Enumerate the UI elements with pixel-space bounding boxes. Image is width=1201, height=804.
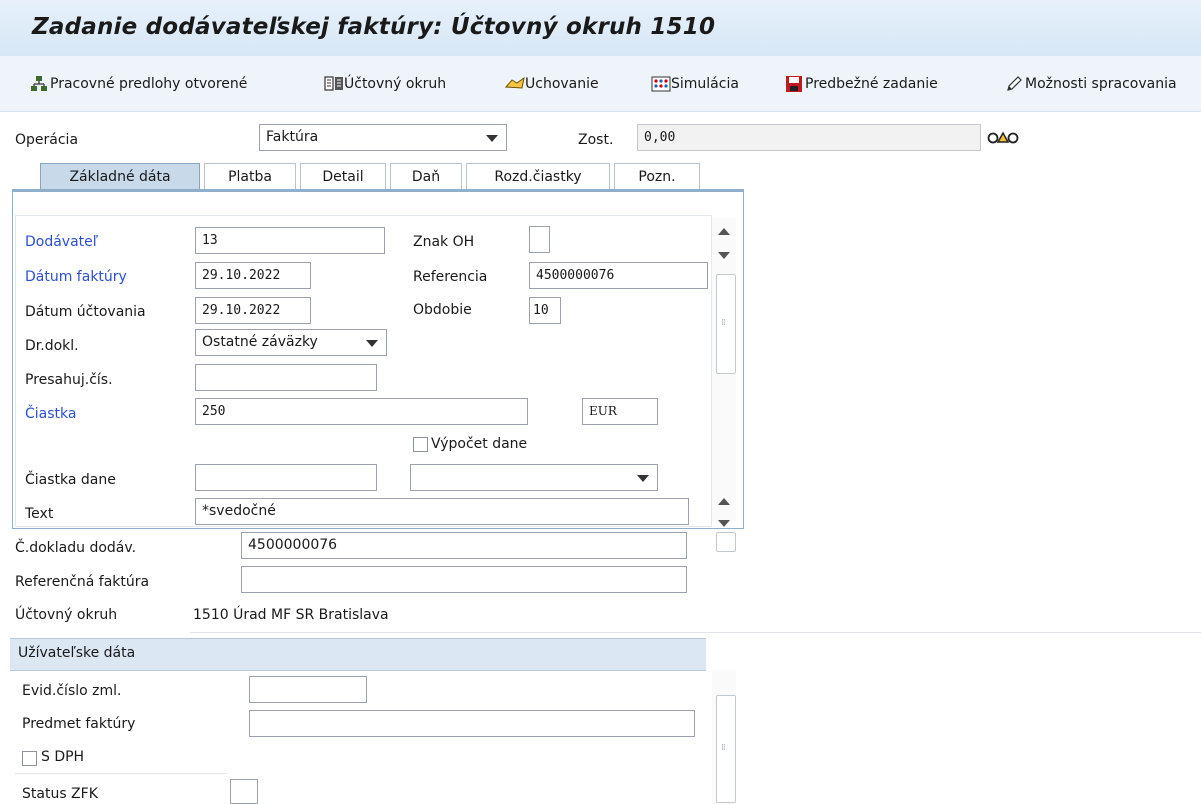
sgl-field[interactable] <box>529 226 550 253</box>
status-label: Status ZFK <box>22 786 98 802</box>
tab-payment[interactable]: Platba <box>204 163 296 190</box>
hold-icon <box>504 75 525 93</box>
tab-label: Rozd.čiastky <box>494 169 582 185</box>
contract-field[interactable] <box>249 676 367 703</box>
save-park-icon <box>785 75 803 93</box>
contract-label: Evid.číslo zml. <box>22 683 122 699</box>
worklist-button[interactable]: Pracovné predlohy otvorené <box>30 72 247 96</box>
vendor-label: Dodávateľ <box>25 234 99 250</box>
calc-tax-label: Výpočet dane <box>431 436 528 452</box>
company-code-label: Účtovný okruh <box>344 76 447 92</box>
period-field[interactable]: 10 <box>529 297 561 324</box>
posting-date-label: Dátum účtovania <box>25 304 146 320</box>
page-title: Zadanie dodávateľskej faktúry: Účtovný o… <box>32 14 716 40</box>
simulate-button[interactable]: Simulácia <box>651 72 739 96</box>
grip-icon: ⁞⁞ <box>721 318 726 328</box>
status-field[interactable] <box>230 779 258 804</box>
doc-type-select[interactable]: Ostatné záväzky <box>195 329 387 356</box>
operation-label: Operácia <box>15 132 79 148</box>
chevron-down-icon <box>366 340 378 347</box>
vat-checkbox[interactable] <box>22 751 37 766</box>
reference-label: Referencia <box>413 269 488 285</box>
chevron-down-icon <box>637 475 649 482</box>
tab-tax[interactable]: Daň <box>390 163 462 190</box>
user-data-title: Užívateľske dáta <box>18 645 136 661</box>
company-code-button[interactable]: Účtovný okruh <box>324 72 446 96</box>
company-code-field-label: Účtovný okruh <box>15 607 118 623</box>
tax-code-select[interactable] <box>410 464 658 491</box>
vat-label: S DPH <box>41 749 85 765</box>
park-label: Predbežné zadanie <box>805 76 938 92</box>
hold-button[interactable]: Uchovanie <box>504 72 599 96</box>
tab-detail[interactable]: Detail <box>300 163 386 190</box>
tab-installments[interactable]: Rozd.čiastky <box>466 163 610 190</box>
company-code-value: 1510 Úrad MF SR Bratislava <box>193 607 389 623</box>
vendor-doc-label: Č.dokladu dodáv. <box>15 540 137 556</box>
tax-amount-field[interactable] <box>195 464 377 491</box>
tab-basic-data[interactable]: Základné dáta <box>40 163 200 190</box>
invoice-date-field[interactable]: 29.10.2022 <box>195 262 311 289</box>
scrollbar-thumb[interactable] <box>716 274 736 374</box>
sgl-label: Znak OH <box>413 234 475 250</box>
tax-amount-label: Čiastka dane <box>25 472 116 488</box>
ref-invoice-label: Referenčná faktúra <box>15 574 150 590</box>
worklist-label: Pracovné predlohy otvorené <box>50 76 248 92</box>
scrollbar-thumb[interactable] <box>716 532 736 552</box>
scroll-up-icon[interactable] <box>718 498 730 505</box>
tab-label: Pozn. <box>638 169 676 185</box>
cross-cc-field[interactable] <box>195 364 377 391</box>
pencil-icon <box>1005 75 1023 93</box>
scroll-down-icon[interactable] <box>718 252 730 259</box>
vendor-field[interactable]: 13 <box>195 227 385 254</box>
separator-line <box>15 773 227 774</box>
amount-label: Čiastka <box>25 406 77 422</box>
simulate-icon <box>651 75 671 93</box>
doc-type-label: Dr.dokl. <box>25 338 79 354</box>
currency-field[interactable]: EUR <box>582 398 658 425</box>
balance-label: Zost. <box>578 132 614 148</box>
scroll-up-icon[interactable] <box>718 228 730 235</box>
separator-line <box>190 632 1201 633</box>
grip-icon: ⁞⁞ <box>721 743 726 753</box>
chevron-down-icon <box>486 135 498 142</box>
operation-value: Faktúra <box>266 129 319 145</box>
period-label: Obdobie <box>413 302 472 318</box>
doc-type-value: Ostatné záväzky <box>202 334 318 350</box>
editing-options-label: Možnosti spracovania <box>1025 76 1177 92</box>
reference-field[interactable]: 4500000076 <box>529 262 708 289</box>
operation-select[interactable]: Faktúra <box>259 124 507 151</box>
park-button[interactable]: Predbežné zadanie <box>785 72 938 96</box>
simulate-label: Simulácia <box>671 76 739 92</box>
cross-cc-label: Presahuj.čís. <box>25 372 113 388</box>
scroll-down-icon[interactable] <box>718 520 730 527</box>
posting-date-field[interactable]: 29.10.2022 <box>195 297 311 324</box>
company-code-icon <box>324 75 343 93</box>
scrollbar-thumb[interactable] <box>716 695 736 803</box>
hold-label: Uchovanie <box>525 76 599 92</box>
tab-notes[interactable]: Pozn. <box>614 163 700 190</box>
vendor-doc-field[interactable]: 4500000076 <box>241 532 687 559</box>
subject-field[interactable] <box>249 710 695 737</box>
ref-invoice-field[interactable] <box>241 566 687 593</box>
subject-label: Predmet faktúry <box>22 716 136 732</box>
amount-field[interactable]: 250 <box>195 398 528 425</box>
tab-label: Základné dáta <box>69 169 171 185</box>
tab-label: Detail <box>322 169 364 185</box>
invoice-date-label: Dátum faktúry <box>25 269 127 285</box>
editing-options-button[interactable]: Možnosti spracovania <box>1005 72 1177 96</box>
text-field[interactable]: *svedočné <box>195 498 689 525</box>
tab-label: Platba <box>228 169 272 185</box>
traffic-light-icon <box>986 128 1032 148</box>
text-label: Text <box>25 506 54 522</box>
tree-structure-icon <box>30 75 48 93</box>
calc-tax-checkbox[interactable] <box>413 437 428 452</box>
balance-field: 0,00 <box>637 124 981 151</box>
tab-label: Daň <box>411 169 441 185</box>
